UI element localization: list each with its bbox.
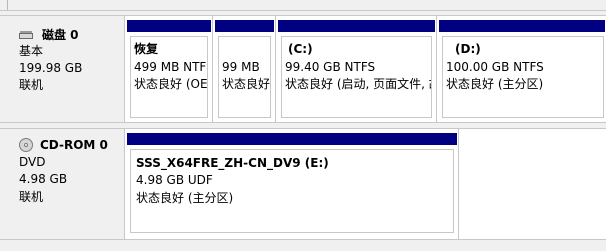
partition-status: 状态良好 (OEM 分区) [134,77,208,91]
cd-rom-icon [19,138,33,152]
partition-e[interactable]: SSS_X64FRE_ZH-CN_DV9 (E:) 4.98 GB UDF 状态… [125,129,459,239]
partition-bar [215,20,274,32]
partition-bar [127,20,211,32]
disk-row-disk-0[interactable]: 磁盘 0 基本 199.98 GB 联机 恢复 499 MB NTFS 状态良好… [0,15,606,123]
partition-name: SSS_X64FRE_ZH-CN_DV9 (E:) [136,156,329,170]
disk-size: 4.98 GB [19,172,68,186]
disk-size: 199.98 GB [19,61,83,75]
partition-detail: 100.00 GB NTFS [446,60,544,74]
top-strip [0,0,606,11]
hard-disk-icon [19,31,33,39]
partition-c[interactable]: (C:) 99.40 GB NTFS 状态良好 (启动, 页面文件, 故障转储,… [276,16,437,122]
disk-type: 基本 [19,44,44,58]
partition-detail: 499 MB NTFS [134,60,208,74]
partition-name: (C:) [288,42,313,56]
partition-detail: 99.40 GB NTFS [285,60,376,74]
partition-recovery[interactable]: 恢复 499 MB NTFS 状态良好 (OEM 分区) [125,16,213,122]
disk-0-info[interactable]: 磁盘 0 基本 199.98 GB 联机 [0,16,125,122]
partition-detail: 4.98 GB UDF [136,173,213,187]
partition-status: 状态良好 (EFI 系统分区) [222,77,271,91]
partition-bar [278,20,435,32]
disk-title: CD-ROM 0 [40,138,108,152]
partition-bar [127,133,457,145]
disk-status: 联机 [19,78,44,92]
partition-name: (D:) [455,42,481,56]
cd-rom-0-info[interactable]: CD-ROM 0 DVD 4.98 GB 联机 [0,129,125,239]
disk-type: DVD [19,155,46,169]
partition-status: 状态良好 (主分区) [136,191,234,205]
disk-status: 联机 [19,190,44,204]
cd-rom-empty-area [459,129,606,239]
partition-efi[interactable]: 99 MB 状态良好 (EFI 系统分区) [213,16,276,122]
partition-name: 恢复 [134,42,159,56]
partition-d[interactable]: (D:) 100.00 GB NTFS 状态良好 (主分区) [437,16,606,122]
disk-row-cd-rom-0[interactable]: CD-ROM 0 DVD 4.98 GB 联机 SSS_X64FRE_ZH-CN… [0,128,606,240]
partition-detail: 99 MB [222,60,260,74]
partition-status: 状态良好 (启动, 页面文件, 故障转储, 主分区) [285,77,431,91]
partition-status: 状态良好 (主分区) [446,77,544,91]
disk-title: 磁盘 0 [42,28,79,42]
partition-bar [439,20,605,32]
